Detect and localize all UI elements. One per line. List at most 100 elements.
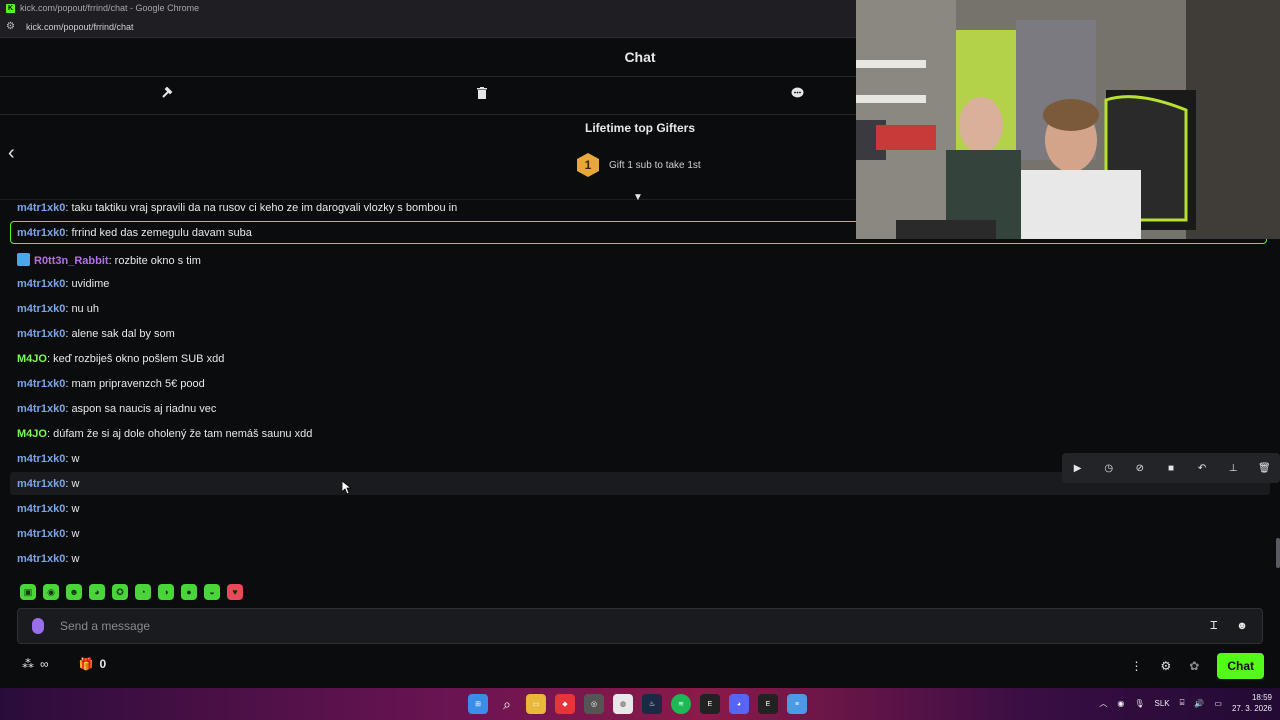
message-text: : dúfam že si aj dole oholený že tam nem… <box>46 428 313 440</box>
chat-message[interactable]: R0tt3n_Rabbit: rozbite okno s tim <box>17 253 201 267</box>
message-text: : uvidime <box>65 278 110 290</box>
message-username[interactable]: m4tr1xk0 <box>17 378 65 390</box>
chat-bubble-icon[interactable] <box>789 87 805 103</box>
chat-message[interactable]: m4tr1xk0: w <box>17 453 79 465</box>
chat-message[interactable]: m4tr1xk0: w <box>17 528 79 540</box>
emote-9-icon[interactable]: ◒ <box>204 584 220 600</box>
more-options-icon[interactable]: ⋮ <box>1131 659 1143 673</box>
chat-message[interactable]: M4JO: keď rozbiješ okno pošlem SUB xdd <box>17 353 224 365</box>
message-username[interactable]: M4JO <box>17 428 47 440</box>
emote-3-icon[interactable]: ☻ <box>66 584 82 600</box>
hide-icon[interactable]: ⊘ <box>1133 463 1147 474</box>
notepad-icon[interactable]: ≡ <box>787 694 807 714</box>
app-red-icon[interactable]: ◆ <box>555 694 575 714</box>
file-explorer-icon[interactable]: ▭ <box>526 694 546 714</box>
chat-message[interactable]: m4tr1xk0: alene sak dal by som <box>17 328 175 340</box>
microphone-icon[interactable] <box>32 618 44 634</box>
chevron-left-icon[interactable]: ‹ <box>8 143 24 163</box>
delete-icon[interactable]: 🗑 <box>1257 463 1271 474</box>
emote-5-icon[interactable]: ✪ <box>112 584 128 600</box>
discord-icon[interactable]: ◕ <box>729 694 749 714</box>
message-input-box: Ꮖ ☻ <box>17 608 1263 644</box>
url-text[interactable]: kick.com/popout/frrind/chat <box>26 22 134 32</box>
message-username[interactable]: m4tr1xk0 <box>17 303 65 315</box>
chat-message[interactable]: m4tr1xk0: aspon sa naucis aj riadnu vec <box>17 403 216 415</box>
message-username[interactable]: m4tr1xk0 <box>17 503 65 515</box>
extension-icon[interactable]: ✿ <box>1189 659 1199 673</box>
chevron-up-icon[interactable]: ︿ <box>1099 698 1107 709</box>
message-username[interactable]: R0tt3n_Rabbit <box>34 255 109 267</box>
message-input[interactable] <box>60 619 1206 633</box>
tray-app-icon[interactable]: ◉ <box>1117 699 1124 708</box>
timeout-clock-icon[interactable]: ◷ <box>1102 463 1116 474</box>
message-text: : w <box>65 503 80 515</box>
chat-message[interactable]: m4tr1xk0: uvidime <box>17 278 109 290</box>
emote-1-icon[interactable]: ▣ <box>20 584 36 600</box>
gifter-prompt: Gift 1 sub to take 1st <box>609 159 701 171</box>
translate-icon[interactable]: Ꮖ <box>1206 620 1222 633</box>
emoji-icon[interactable]: ☻ <box>1234 620 1250 632</box>
settings-gear-icon[interactable]: ⚙ <box>1161 659 1172 673</box>
message-username[interactable]: m4tr1xk0 <box>17 403 65 415</box>
message-text: : taku taktiku vraj spravili da na rusov… <box>65 202 458 214</box>
message-username[interactable]: m4tr1xk0 <box>17 553 65 565</box>
emote-2-icon[interactable]: ◉ <box>43 584 59 600</box>
trash-icon[interactable] <box>474 87 490 103</box>
network-icon[interactable]: ⌸ <box>1180 698 1185 708</box>
clock-date: 27. 3. 2026 <box>1231 704 1272 713</box>
chat-message[interactable]: m4tr1xk0: nu uh <box>17 303 99 315</box>
message-username[interactable]: m4tr1xk0 <box>17 202 65 214</box>
message-username[interactable]: m4tr1xk0 <box>17 278 65 290</box>
chat-message[interactable]: M4JO: dúfam že si aj dole oholený že tam… <box>17 428 312 440</box>
battery-icon[interactable]: ▭ <box>1214 699 1222 708</box>
webcam-overlay <box>856 0 1280 239</box>
message-actions-bar: ▶ ◷ ⊘ ■ ↶ ⊥ 🗑 <box>1062 453 1280 483</box>
spotify-icon[interactable]: ≋ <box>671 694 691 714</box>
message-text: : keď rozbiješ okno pošlem SUB xdd <box>46 353 225 365</box>
chat-message[interactable]: m4tr1xk0: taku taktiku vraj spravili da … <box>17 202 457 214</box>
pin-icon[interactable]: ⊥ <box>1226 463 1240 474</box>
emote-7-icon[interactable]: ◑ <box>158 584 174 600</box>
message-text: : nu uh <box>65 303 99 315</box>
message-username[interactable]: m4tr1xk0 <box>17 478 65 490</box>
points-icon[interactable]: ⁂ <box>22 657 34 671</box>
message-text: : rozbite okno s tim <box>108 255 201 267</box>
epic-games-icon[interactable]: E <box>700 694 720 714</box>
chrome-icon[interactable]: ◍ <box>613 694 633 714</box>
chat-message[interactable]: m4tr1xk0: w <box>17 503 79 515</box>
chat-message[interactable]: m4tr1xk0: w <box>17 553 79 565</box>
emote-10-icon[interactable]: ♥ <box>227 584 243 600</box>
message-list[interactable]: m4tr1xk0: taku taktiku vraj spravili da … <box>0 200 1280 578</box>
language-indicator[interactable]: SLK <box>1154 699 1169 708</box>
chat-message[interactable]: m4tr1xk0: w <box>17 478 79 490</box>
user-badge-icon <box>17 253 30 266</box>
search-icon[interactable]: ⌕ <box>497 694 517 714</box>
emote-6-icon[interactable]: ◔ <box>135 584 151 600</box>
play-icon[interactable]: ▶ <box>1071 463 1085 474</box>
message-username[interactable]: M4JO <box>17 353 47 365</box>
epic-games-2-icon[interactable]: E <box>758 694 778 714</box>
chat-send-button[interactable]: Chat <box>1217 653 1264 679</box>
windows-taskbar: ⊞ ⌕ ▭ ◆ ◎ ◍ ♨ ≋ E ◕ E ≡ ︿ ◉ 🎙 SLK ⌸ 🔊 ▭ … <box>0 688 1280 720</box>
steam-icon[interactable]: ♨ <box>642 694 662 714</box>
gift-icon[interactable]: 🎁 <box>79 657 94 671</box>
chat-scrollbar[interactable] <box>1276 538 1280 568</box>
undo-icon[interactable]: ↶ <box>1195 463 1209 474</box>
volume-icon[interactable]: 🔊 <box>1194 699 1204 708</box>
site-settings-icon[interactable]: ⚙ <box>6 21 18 32</box>
message-username[interactable]: m4tr1xk0 <box>17 328 65 340</box>
message-username[interactable]: m4tr1xk0 <box>17 227 65 239</box>
message-username[interactable]: m4tr1xk0 <box>17 528 65 540</box>
message-username[interactable]: m4tr1xk0 <box>17 453 65 465</box>
microphone-tray-icon[interactable]: 🎙 <box>1134 699 1144 708</box>
start-button-icon[interactable]: ⊞ <box>468 694 488 714</box>
hammer-icon[interactable] <box>159 86 175 103</box>
emote-8-icon[interactable]: ● <box>181 584 197 600</box>
chat-message[interactable]: m4tr1xk0: mam pripravenzch 5€ pood <box>17 378 205 390</box>
emote-4-icon[interactable]: ◕ <box>89 584 105 600</box>
chat-message[interactable]: m4tr1xk0: frrind ked das zemegulu davam … <box>17 227 252 239</box>
emote-quickbar: ▣ ◉ ☻ ◕ ✪ ◔ ◑ ● ◒ ♥ <box>20 584 243 600</box>
copy-icon[interactable]: ■ <box>1164 463 1178 474</box>
clock[interactable]: 18:59 27. 3. 2026 <box>1232 692 1272 714</box>
obs-icon[interactable]: ◎ <box>584 694 604 714</box>
